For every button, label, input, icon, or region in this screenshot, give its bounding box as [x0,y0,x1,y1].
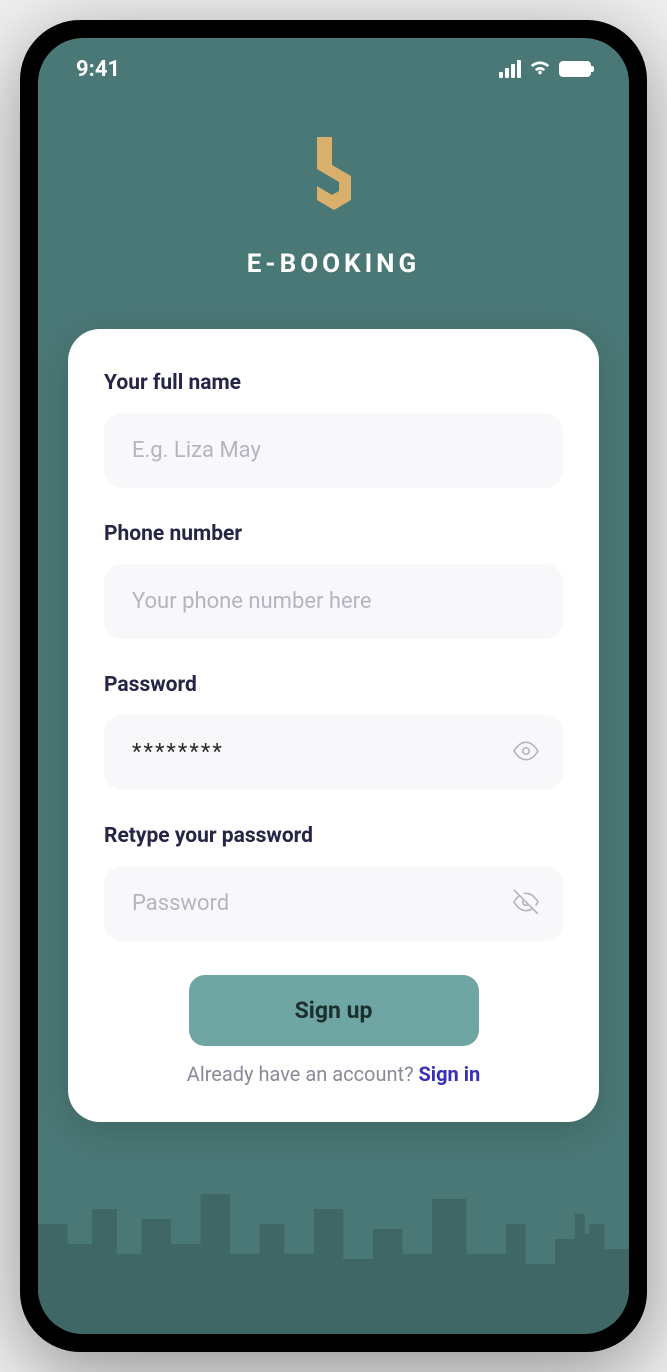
city-silhouette [38,1154,629,1334]
signup-form-card: Your full name Phone number Password [68,329,599,1122]
retype-input-wrapper [104,866,563,941]
signin-prompt: Already have an account? Sign in [104,1062,563,1086]
phone-input[interactable] [104,564,563,639]
phone-frame: 9:41 E-BOOKING You [20,20,647,1352]
phone-label: Phone number [104,522,563,546]
password-label: Password [104,673,563,697]
password-input-wrapper [104,715,563,790]
fullname-group: Your full name [104,371,563,488]
phone-screen: 9:41 E-BOOKING You [38,38,629,1334]
logo-section: E-BOOKING [38,92,629,309]
password-input[interactable] [104,715,563,790]
retype-input[interactable] [104,866,563,941]
signin-link[interactable]: Sign in [418,1062,480,1086]
signin-prompt-text: Already have an account? [187,1062,419,1086]
eye-show-icon[interactable] [513,738,539,768]
retype-group: Retype your password [104,824,563,941]
status-icons [499,56,591,82]
wifi-icon [529,56,551,82]
status-bar: 9:41 [38,38,629,92]
status-time: 9:41 [76,57,120,82]
signup-button[interactable]: Sign up [189,975,479,1046]
app-name: E-BOOKING [38,249,629,279]
fullname-input[interactable] [104,413,563,488]
password-group: Password [104,673,563,790]
fullname-label: Your full name [104,371,563,395]
retype-label: Retype your password [104,824,563,848]
phone-group: Phone number [104,522,563,639]
logo-icon [299,132,369,231]
battery-icon [559,61,591,77]
signal-icon [499,60,521,78]
eye-hide-icon[interactable] [513,889,539,919]
